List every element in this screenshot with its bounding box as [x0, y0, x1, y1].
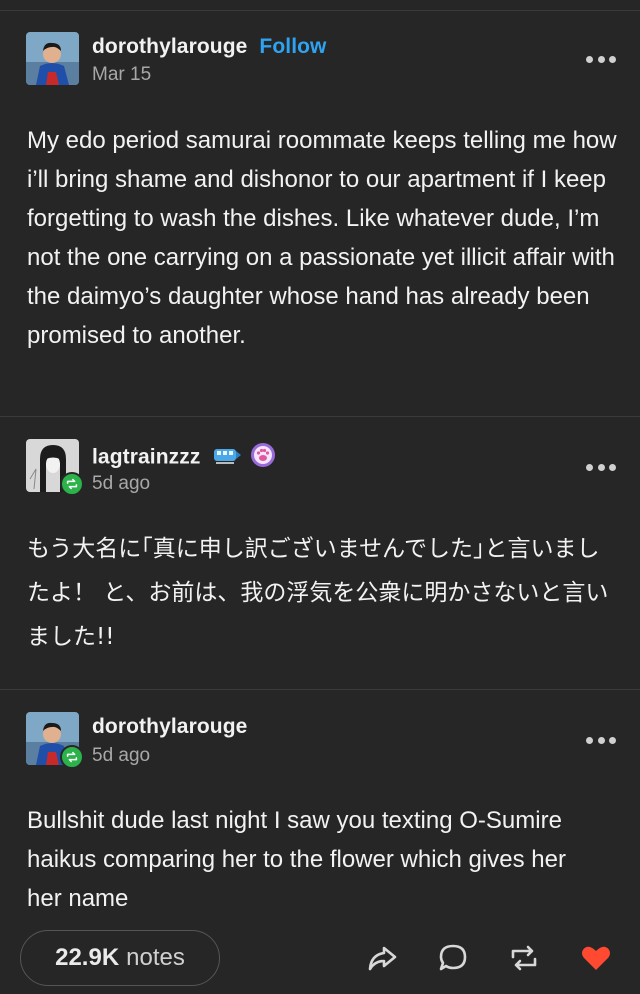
- post-username[interactable]: dorothylarouge: [92, 715, 247, 739]
- more-options-icon[interactable]: [586, 462, 616, 472]
- reblog-icon[interactable]: [506, 940, 542, 976]
- reply-icon[interactable]: [435, 940, 471, 976]
- more-options-icon[interactable]: [586, 735, 616, 745]
- notes-button[interactable]: 22.9K notes: [20, 930, 220, 986]
- paw-badge-icon: [250, 442, 276, 474]
- post-body: もう大名に｢真に申し訳ございませんでした｣と言いましたよ！ と、お前は、我の浮気…: [27, 536, 609, 650]
- follow-button[interactable]: Follow: [259, 35, 326, 58]
- notes-count: 22.9K: [55, 944, 120, 971]
- post-body: Bullshit dude last night I saw you texti…: [27, 807, 566, 912]
- notes-label: notes: [126, 944, 185, 971]
- post-username[interactable]: dorothylarouge Follow: [92, 35, 327, 59]
- post-date: Mar 15: [92, 64, 152, 85]
- post-username[interactable]: lagtrainzzz: [92, 442, 276, 474]
- post-body: My edo period samurai roommate keeps tel…: [27, 127, 617, 349]
- share-icon[interactable]: [364, 940, 400, 976]
- train-badge-icon: [212, 443, 242, 473]
- reblog-badge-icon: [60, 472, 84, 496]
- post-date: 5d ago: [92, 473, 151, 494]
- reblog-badge-icon: [60, 745, 84, 769]
- post-date: 5d ago: [92, 745, 151, 766]
- divider: [0, 689, 640, 690]
- top-divider: [0, 10, 640, 11]
- divider: [0, 416, 640, 417]
- like-icon[interactable]: [578, 940, 614, 976]
- more-options-icon[interactable]: [586, 54, 616, 64]
- superman-avatar-icon[interactable]: [26, 32, 79, 85]
